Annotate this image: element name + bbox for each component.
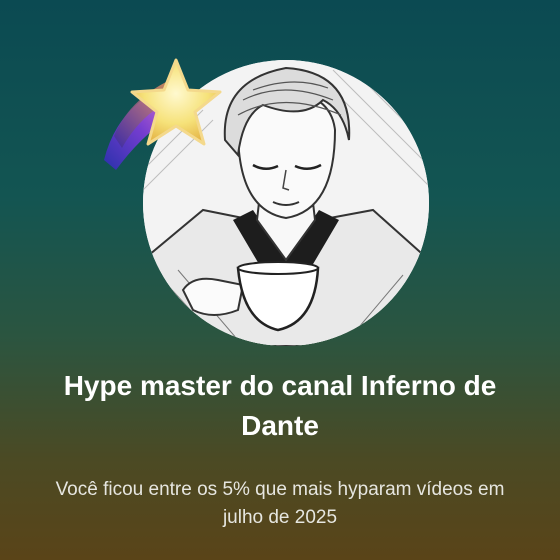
card-subtitle: Você ficou entre os 5% que mais hyparam …	[55, 479, 505, 528]
card-title: Hype master do canal Inferno de Dante	[63, 370, 497, 441]
hype-card: Hype master do canal Inferno de Dante Vo…	[0, 0, 560, 560]
hype-star-icon	[104, 58, 222, 170]
